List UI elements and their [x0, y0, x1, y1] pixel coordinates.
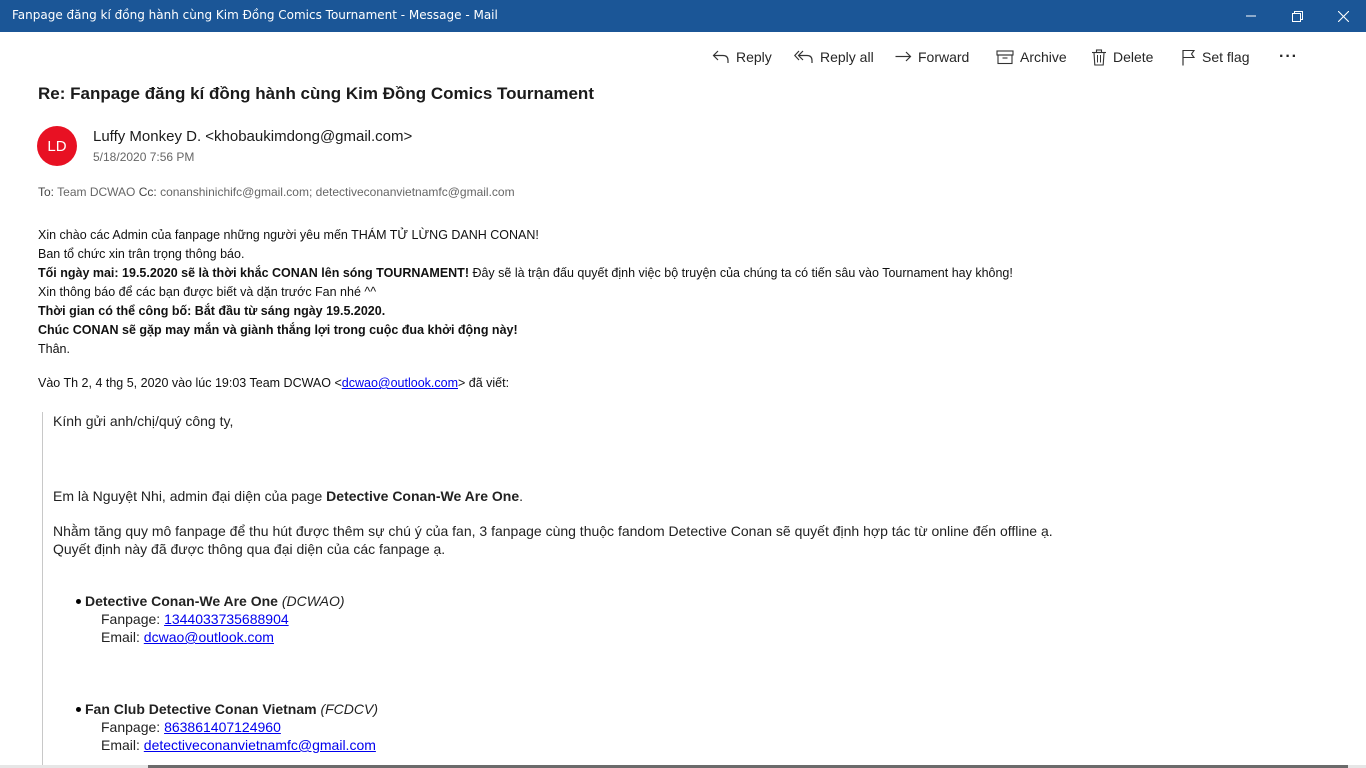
email-label: Email:	[101, 737, 144, 753]
bullet	[76, 599, 81, 604]
quoted-intro-bold: Detective Conan-We Are One	[326, 488, 520, 504]
email-link[interactable]: detectiveconanvietnamfc@gmail.com	[144, 737, 376, 753]
message-subject: Re: Fanpage đăng kí đồng hành cùng Kim Đ…	[38, 84, 594, 103]
quote-header-prefix: Vào Th 2, 4 thg 5, 2020 vào lúc 19:03 Te…	[38, 376, 342, 390]
message-toolbar: Reply Reply all Forward Archive Delete S…	[0, 44, 1366, 70]
quote-bar	[42, 412, 43, 768]
recipients-line: To: Team DCWAO Cc: conanshinichifc@gmail…	[38, 185, 515, 199]
quote-header: Vào Th 2, 4 thg 5, 2020 vào lúc 19:03 Te…	[38, 376, 509, 390]
message-date: 5/18/2020 7:56 PM	[93, 150, 195, 164]
body-line: Xin chào các Admin của fanpage những ngư…	[38, 228, 539, 242]
close-icon	[1337, 10, 1349, 22]
reply-all-button[interactable]: Reply all	[794, 44, 874, 70]
page-abbr: (FCDCV)	[320, 701, 379, 717]
quoted-intro: Em là Nguyệt Nhi, admin đại diện của pag…	[53, 487, 523, 505]
forward-button[interactable]: Forward	[894, 44, 969, 70]
page-name: Detective Conan-We Are One	[85, 593, 278, 609]
sender-name[interactable]: Luffy Monkey D. <khobaukimdong@gmail.com…	[93, 128, 412, 145]
quote-header-suffix: > đã viết:	[458, 376, 510, 390]
title-bar: Fanpage đăng kí đồng hành cùng Kim Đồng …	[0, 0, 1366, 32]
set-flag-label: Set flag	[1202, 49, 1250, 65]
page-fanpage-line: Fanpage: 1344033735688904	[101, 610, 289, 628]
reply-icon	[712, 50, 729, 63]
body-text: Đây sẽ là trận đấu quyết định việc bộ tr…	[468, 266, 1013, 280]
body-line: Tối ngày mai: 19.5.2020 sẽ là thời khắc …	[38, 264, 1138, 283]
page-abbr: (DCWAO)	[281, 593, 345, 609]
avatar[interactable]: LD	[37, 126, 77, 166]
reply-button[interactable]: Reply	[712, 44, 772, 70]
reply-all-icon	[794, 50, 813, 63]
trash-icon	[1092, 48, 1106, 66]
body-line: Thân.	[38, 342, 70, 356]
close-button[interactable]	[1320, 0, 1366, 32]
fanpage-link[interactable]: 863861407124960	[164, 719, 281, 735]
page-item-title: Detective Conan-We Are One (DCWAO)	[85, 592, 345, 610]
message-body: Xin chào các Admin của fanpage những ngư…	[38, 226, 1138, 359]
email-label: Email:	[101, 629, 144, 645]
delete-label: Delete	[1113, 49, 1154, 65]
forward-icon	[895, 51, 912, 62]
page-email-line: Email: dcwao@outlook.com	[101, 628, 274, 646]
body-line: Ban tổ chức xin trân trọng thông báo.	[38, 247, 245, 261]
archive-icon	[996, 50, 1014, 65]
quoted-intro-suffix: .	[519, 488, 523, 504]
cc-recipients[interactable]: conanshinichifc@gmail.com; detectivecona…	[160, 185, 515, 199]
restore-icon	[1291, 10, 1303, 22]
flag-icon	[1182, 49, 1196, 65]
reply-label: Reply	[736, 49, 772, 65]
window-title: Fanpage đăng kí đồng hành cùng Kim Đồng …	[12, 8, 498, 22]
page-fanpage-line: Fanpage: 863861407124960	[101, 718, 281, 736]
page-name: Fan Club Detective Conan Vietnam	[85, 701, 317, 717]
restore-button[interactable]	[1274, 0, 1320, 32]
avatar-initials: LD	[47, 137, 67, 155]
email-link[interactable]: dcwao@outlook.com	[144, 629, 274, 645]
quoted-paragraph: Nhằm tăng quy mô fanpage để thu hút được…	[53, 523, 1053, 539]
forward-label: Forward	[918, 49, 970, 65]
quote-header-email-link[interactable]: dcwao@outlook.com	[342, 376, 458, 390]
to-label: To:	[38, 185, 55, 199]
minimize-icon	[1246, 15, 1256, 17]
archive-label: Archive	[1020, 49, 1067, 65]
cc-label: Cc:	[138, 185, 157, 199]
minimize-button[interactable]	[1228, 0, 1274, 32]
archive-button[interactable]: Archive	[996, 44, 1067, 70]
more-actions-button[interactable]: ···	[1279, 44, 1298, 70]
page-item-title: Fan Club Detective Conan Vietnam (FCDCV)	[85, 700, 378, 718]
quoted-greeting: Kính gửi anh/chị/quý công ty,	[53, 413, 234, 429]
body-line: Xin thông báo để các bạn được biết và dặ…	[38, 285, 377, 299]
reply-all-label: Reply all	[820, 49, 874, 65]
body-bold-text: Chúc CONAN sẽ gặp may mắn và giành thắng…	[38, 323, 518, 337]
fanpage-label: Fanpage:	[101, 611, 165, 627]
page-email-line: Email: detectiveconanvietnamfc@gmail.com	[101, 736, 376, 754]
more-icon: ···	[1279, 48, 1298, 65]
fanpage-label: Fanpage:	[101, 719, 165, 735]
body-bold-text: Thời gian có thể công bố: Bắt đầu từ sán…	[38, 304, 386, 318]
body-line: Thời gian có thể công bố: Bắt đầu từ sán…	[38, 302, 1138, 321]
set-flag-button[interactable]: Set flag	[1181, 44, 1249, 70]
bullet	[76, 707, 81, 712]
body-line: Chúc CONAN sẽ gặp may mắn và giành thắng…	[38, 321, 1138, 340]
body-bold-text: Tối ngày mai: 19.5.2020 sẽ là thời khắc …	[38, 266, 469, 280]
fanpage-link[interactable]: 1344033735688904	[164, 611, 289, 627]
quoted-intro-text: Em là Nguyệt Nhi, admin đại diện của pag…	[53, 488, 327, 504]
to-recipient[interactable]: Team DCWAO	[57, 185, 135, 199]
delete-button[interactable]: Delete	[1091, 44, 1153, 70]
quoted-paragraph: Quyết định này đã được thông qua đại diệ…	[53, 541, 446, 557]
